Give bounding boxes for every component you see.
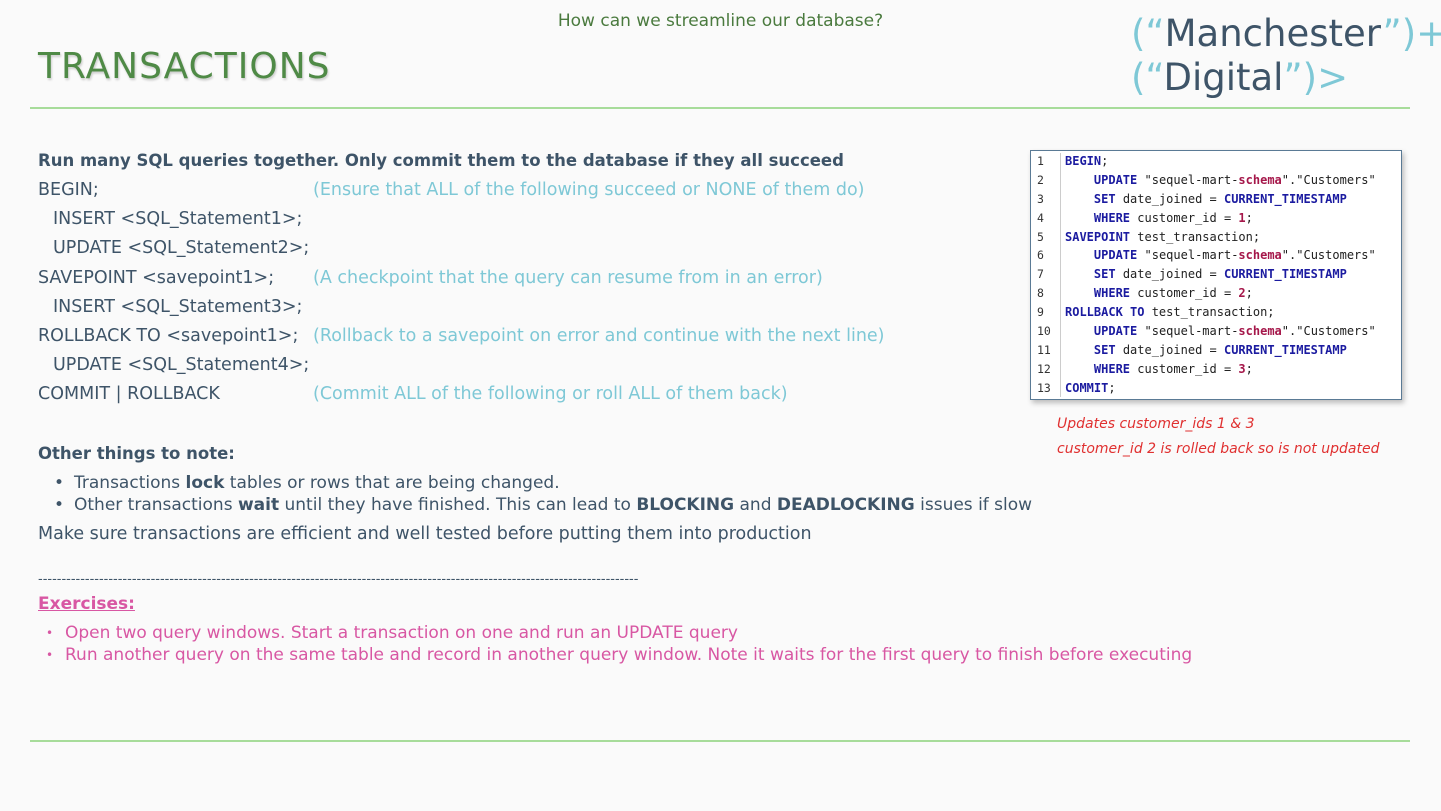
code-line-text: BEGIN;: [1065, 154, 1109, 168]
code-line-number: 8: [1037, 286, 1044, 301]
footer-rule: [30, 740, 1410, 742]
logo-line-2: (“Digital”)>: [1131, 56, 1441, 100]
code-line: 12 WHERE customer_id = 3;: [1031, 360, 1401, 379]
step-rollback-to: ROLLBACK TO <savepoint1>;: [38, 326, 299, 346]
code-line-text: WHERE customer_id = 3;: [1093, 361, 1253, 376]
step-savepoint: SAVEPOINT <savepoint1>;: [38, 268, 275, 288]
code-line-text: SAVEPOINT test_transaction;: [1065, 229, 1261, 244]
code-line: 8 WHERE customer_id = 2;: [1031, 284, 1401, 303]
step-begin-note: (Ensure that ALL of the following succee…: [313, 180, 865, 200]
step-rollback-to-note: (Rollback to a savepoint on error and co…: [313, 326, 885, 346]
code-line: 1 BEGIN;: [1031, 152, 1401, 171]
code-line: 3 SET date_joined = CURRENT_TIMESTAMP: [1031, 190, 1401, 209]
code-line-text: WHERE customer_id = 2;: [1093, 286, 1253, 301]
logo-word-manchester: Manchester: [1164, 12, 1383, 55]
manchester-digital-logo: (“Manchester”)+ (“Digital”)>: [1131, 12, 1441, 100]
note-lock: • Transactions lock tables or rows that a…: [54, 473, 560, 493]
step-commit-note: (Commit ALL of the following or roll ALL…: [313, 384, 788, 404]
exercise-item: • Open two query windows. Start a transac…: [46, 623, 738, 643]
code-line-text: SET date_joined = CURRENT_TIMESTAMP: [1093, 267, 1347, 282]
code-line: 11 SET date_joined = CURRENT_TIMESTAMP: [1031, 341, 1401, 360]
exercise-item: • Run another query on the same table and…: [46, 645, 1193, 665]
logo-open-quote: (“: [1131, 12, 1165, 55]
code-line: 5 SAVEPOINT test_transaction;: [1031, 228, 1401, 247]
code-line-number: 5: [1037, 229, 1044, 244]
code-line-number: 9: [1037, 305, 1044, 320]
notes-list: • Transactions lock tables or rows that a…: [54, 472, 1032, 516]
code-line-text: WHERE customer_id = 1;: [1093, 210, 1253, 225]
code-line: 4 WHERE customer_id = 1;: [1031, 209, 1401, 228]
code-line-number: 3: [1037, 191, 1044, 206]
logo-close-quote: ”)>: [1283, 56, 1349, 99]
notes-heading: Other things to note:: [38, 444, 235, 463]
step-insert-3: INSERT <SQL_Statement3>;: [53, 297, 303, 317]
logo-line-1: (“Manchester”)+: [1131, 12, 1441, 56]
step-savepoint-note: (A checkpoint that the query can resume …: [313, 268, 823, 288]
code-line: 13 COMMIT;: [1031, 379, 1401, 398]
step-update-4: UPDATE <SQL_Statement4>;: [53, 355, 310, 375]
code-line-number: 10: [1037, 324, 1051, 339]
step-commit: COMMIT | ROLLBACK: [38, 384, 220, 404]
code-line-number: 7: [1037, 267, 1044, 282]
code-line-number: 11: [1037, 342, 1051, 357]
code-line-text: UPDATE "sequel-mart-schema"."Customers": [1093, 248, 1376, 263]
code-line: 9 ROLLBACK TO test_transaction;: [1031, 303, 1401, 322]
code-line-text: UPDATE "sequel-mart-schema"."Customers": [1093, 172, 1376, 187]
step-insert-1: INSERT <SQL_Statement1>;: [53, 209, 303, 229]
code-line: 7 SET date_joined = CURRENT_TIMESTAMP: [1031, 265, 1401, 284]
code-line: 2 UPDATE "sequel-mart-schema"."Customers…: [1031, 171, 1401, 190]
bullet-icon: •: [46, 626, 54, 640]
logo-open-quote: (“: [1131, 56, 1164, 99]
code-example-box: 1 BEGIN; 2 UPDATE "sequel-mart-schema"."Cu…: [1030, 150, 1402, 400]
step-update-2: UPDATE <SQL_Statement2>;: [53, 238, 310, 258]
code-line-number: 13: [1037, 380, 1051, 395]
code-caption-2: customer_id 2 is rolled back so is not u…: [1057, 441, 1380, 457]
code-caption-1: Updates customer_ids 1 & 3: [1057, 416, 1255, 432]
code-line-text: UPDATE "sequel-mart-schema"."Customers": [1093, 324, 1376, 339]
bullet-icon: •: [46, 648, 54, 662]
note-wait: • Other transactions wait until they have…: [54, 495, 1033, 515]
logo-word-digital: Digital: [1163, 56, 1284, 99]
bullet-icon: •: [54, 473, 65, 493]
bullet-icon: •: [54, 495, 65, 515]
notes-summary: Make sure transactions are efficient and…: [38, 524, 812, 544]
intro-heading: Run many SQL queries together. Only comm…: [38, 151, 844, 170]
code-line-text: COMMIT;: [1065, 380, 1116, 395]
code-line-number: 6: [1037, 248, 1044, 263]
code-line-text: ROLLBACK TO test_transaction;: [1065, 305, 1275, 320]
code-line: 10 UPDATE "sequel-mart-schema"."Customer…: [1031, 322, 1401, 341]
exercises-list: • Open two query windows. Start a transac…: [46, 622, 1192, 666]
dashed-divider: ----------------------------------------…: [38, 572, 639, 587]
code-line-text: SET date_joined = CURRENT_TIMESTAMP: [1093, 191, 1347, 206]
step-begin: BEGIN;: [38, 180, 99, 200]
header-rule: [30, 107, 1410, 109]
code-line: 6 UPDATE "sequel-mart-schema"."Customers…: [1031, 246, 1401, 265]
code-line-text: SET date_joined = CURRENT_TIMESTAMP: [1093, 342, 1347, 357]
exercises-title: Exercises:: [38, 594, 135, 614]
code-line-number: 12: [1037, 361, 1051, 376]
code-line-number: 1: [1037, 154, 1044, 168]
code-line-number: 4: [1037, 210, 1044, 225]
code-lines: 1 BEGIN; 2 UPDATE "sequel-mart-schema"."Cu…: [1031, 152, 1401, 398]
code-line-number: 2: [1037, 172, 1044, 187]
slide-title: TRANSACTIONS: [38, 46, 331, 87]
logo-close-quote: ”)+: [1382, 12, 1441, 55]
